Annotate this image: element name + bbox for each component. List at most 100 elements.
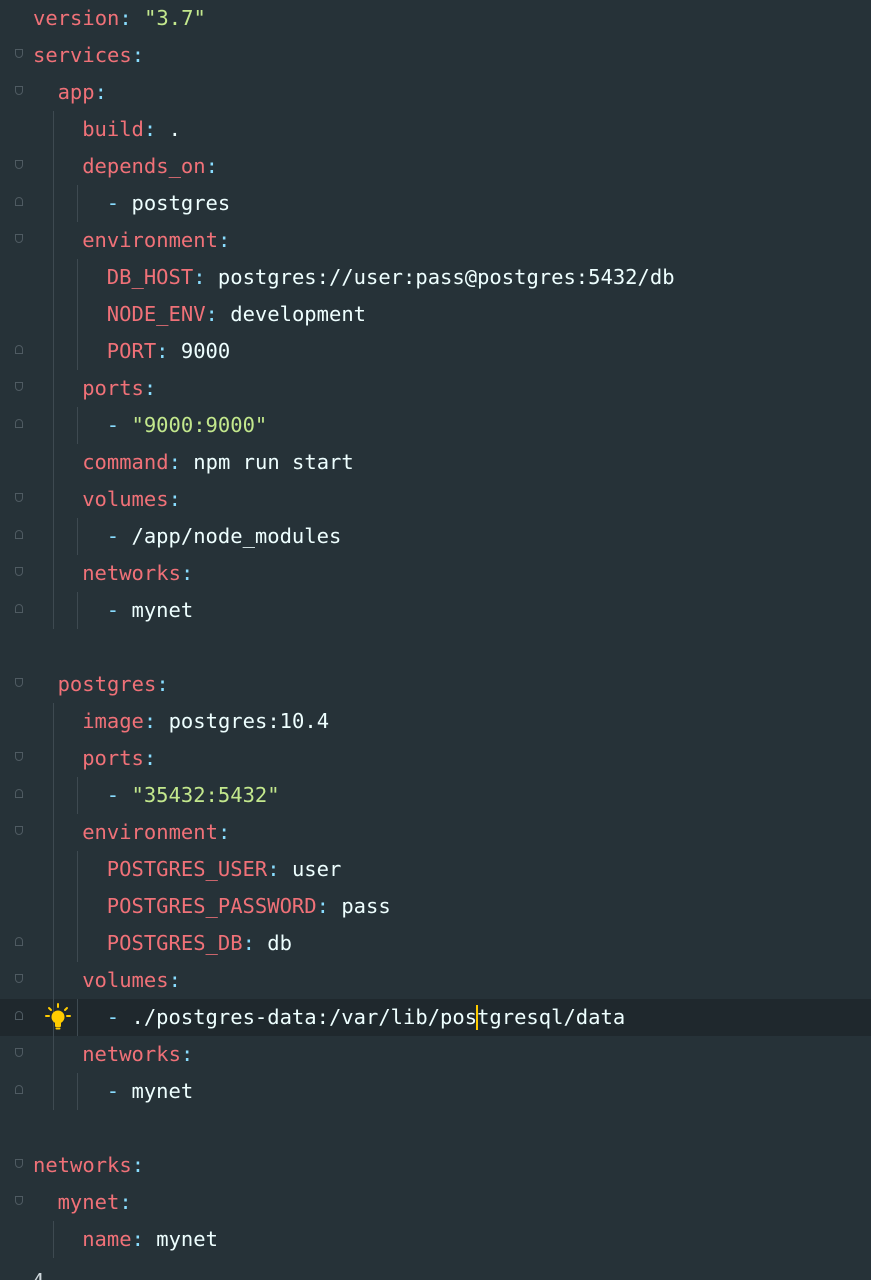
code-line-content[interactable]: environment:	[82, 222, 230, 259]
code-line[interactable]: PORT: 9000	[0, 333, 871, 370]
yaml-punctuation: -	[106, 783, 132, 807]
code-line[interactable]: image: postgres:10.4	[0, 703, 871, 740]
indent-guide	[77, 333, 79, 370]
code-line-active[interactable]: - ./postgres-data:/var/lib/postgresql/da…	[0, 999, 871, 1036]
fold-open-icon[interactable]	[15, 160, 23, 169]
fold-open-icon[interactable]	[15, 678, 23, 687]
code-line[interactable]: build: .	[0, 111, 871, 148]
fold-open-icon[interactable]	[15, 974, 23, 983]
code-line-content[interactable]: build: .	[82, 111, 181, 148]
fold-open-icon[interactable]	[15, 49, 23, 58]
code-line-content[interactable]: networks:	[33, 1147, 144, 1184]
code-line[interactable]: POSTGRES_DB: db	[0, 925, 871, 962]
code-line[interactable]: mynet:	[0, 1184, 871, 1221]
fold-end-icon[interactable]	[15, 1011, 23, 1020]
fold-open-icon[interactable]	[15, 234, 23, 243]
code-line-content[interactable]: DB_HOST: postgres://user:pass@postgres:5…	[107, 259, 675, 296]
code-line-content[interactable]: volumes:	[82, 481, 181, 518]
code-line-content[interactable]: ports:	[82, 740, 156, 777]
code-line[interactable]	[0, 629, 871, 666]
code-line[interactable]: version: "3.7"	[0, 0, 871, 37]
code-line-content[interactable]: networks:	[82, 555, 193, 592]
code-line-content[interactable]: - mynet	[107, 1073, 193, 1110]
code-line-content[interactable]: - /app/node_modules	[107, 518, 342, 555]
code-line[interactable]: - "9000:9000"	[0, 407, 871, 444]
code-line-content[interactable]: - postgres	[107, 185, 230, 222]
code-line-content[interactable]: command: npm run start	[82, 444, 354, 481]
fold-open-icon[interactable]	[15, 382, 23, 391]
fold-open-icon[interactable]	[15, 1196, 23, 1205]
code-line[interactable]: volumes:	[0, 962, 871, 999]
code-line-content[interactable]: services:	[33, 37, 144, 74]
fold-end-icon[interactable]	[15, 419, 23, 428]
code-line[interactable]: POSTGRES_USER: user	[0, 851, 871, 888]
code-line[interactable]: NODE_ENV: development	[0, 296, 871, 333]
code-line[interactable]: - mynet	[0, 592, 871, 629]
code-line-content[interactable]: name: mynet	[82, 1221, 218, 1258]
fold-end-icon[interactable]	[15, 789, 23, 798]
fold-end-icon[interactable]	[15, 1085, 23, 1094]
lightbulb-icon[interactable]	[44, 1002, 72, 1032]
fold-end-icon[interactable]	[15, 937, 23, 946]
code-line[interactable]: networks:	[0, 1036, 871, 1073]
code-line[interactable]	[0, 1110, 871, 1147]
code-line-content[interactable]: POSTGRES_DB: db	[107, 925, 292, 962]
code-line[interactable]: POSTGRES_PASSWORD: pass	[0, 888, 871, 925]
code-line[interactable]: - "35432:5432"	[0, 777, 871, 814]
code-line[interactable]: volumes:	[0, 481, 871, 518]
yaml-value: mynet	[156, 1227, 218, 1251]
fold-end-icon[interactable]	[15, 530, 23, 539]
fold-open-icon[interactable]	[15, 826, 23, 835]
code-line[interactable]: command: npm run start	[0, 444, 871, 481]
code-line[interactable]: environment:	[0, 814, 871, 851]
fold-open-icon[interactable]	[15, 1159, 23, 1168]
code-line[interactable]: services:	[0, 37, 871, 74]
code-line[interactable]: DB_HOST: postgres://user:pass@postgres:5…	[0, 259, 871, 296]
code-line-content[interactable]: networks:	[82, 1036, 193, 1073]
code-line-content[interactable]: postgres:	[58, 666, 169, 703]
code-line[interactable]: networks:	[0, 1147, 871, 1184]
code-line[interactable]: app:	[0, 74, 871, 111]
code-line-content[interactable]: - mynet	[107, 592, 193, 629]
code-area[interactable]: version: "3.7" services: app: build: . depen…	[0, 0, 871, 1258]
code-line-content[interactable]: - ./postgres-data:/var/lib/postgresql/da…	[107, 999, 625, 1036]
code-editor[interactable]: version: "3.7" services: app: build: . depen…	[0, 0, 871, 1280]
code-line-content[interactable]: image: postgres:10.4	[82, 703, 329, 740]
code-line[interactable]: environment:	[0, 222, 871, 259]
code-line[interactable]: depends_on:	[0, 148, 871, 185]
fold-open-icon[interactable]	[15, 1048, 23, 1057]
yaml-key: POSTGRES_USER	[106, 857, 268, 881]
yaml-key: volumes	[82, 487, 169, 511]
yaml-value: postgres:10.4	[168, 709, 330, 733]
code-line-content[interactable]: - "35432:5432"	[107, 777, 280, 814]
code-line-content[interactable]: version: "3.7"	[33, 0, 206, 37]
code-line-content[interactable]: ports:	[82, 370, 156, 407]
code-line-content[interactable]: app:	[58, 74, 107, 111]
code-line-content[interactable]: environment:	[82, 814, 230, 851]
fold-open-icon[interactable]	[15, 493, 23, 502]
code-line-content[interactable]: volumes:	[82, 962, 181, 999]
fold-end-icon[interactable]	[15, 604, 23, 613]
code-line-content[interactable]: depends_on:	[82, 148, 218, 185]
code-line-content[interactable]: - "9000:9000"	[107, 407, 267, 444]
fold-open-icon[interactable]	[15, 567, 23, 576]
yaml-key: networks	[33, 1153, 132, 1177]
code-line-content[interactable]: POSTGRES_PASSWORD: pass	[107, 888, 391, 925]
code-line-content[interactable]: PORT: 9000	[107, 333, 230, 370]
code-line[interactable]: ports:	[0, 740, 871, 777]
code-line[interactable]: ports:	[0, 370, 871, 407]
code-line[interactable]: - mynet	[0, 1073, 871, 1110]
yaml-string: "3.7"	[144, 6, 206, 30]
fold-end-icon[interactable]	[15, 345, 23, 354]
fold-open-icon[interactable]	[15, 86, 23, 95]
code-line-content[interactable]: POSTGRES_USER: user	[107, 851, 342, 888]
code-line[interactable]: networks:	[0, 555, 871, 592]
code-line-content[interactable]: mynet:	[58, 1184, 132, 1221]
code-line[interactable]: postgres:	[0, 666, 871, 703]
code-line-content[interactable]: NODE_ENV: development	[107, 296, 366, 333]
fold-open-icon[interactable]	[15, 752, 23, 761]
fold-end-icon[interactable]	[15, 197, 23, 206]
code-line[interactable]: name: mynet	[0, 1221, 871, 1258]
code-line[interactable]: - /app/node_modules	[0, 518, 871, 555]
code-line[interactable]: - postgres	[0, 185, 871, 222]
